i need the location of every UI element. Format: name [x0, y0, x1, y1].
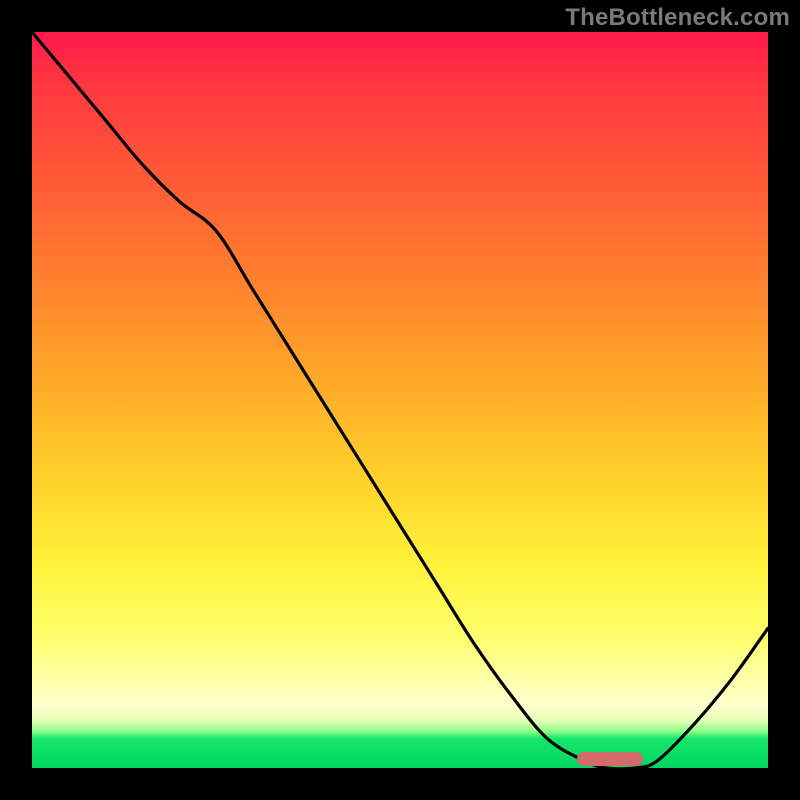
- optimal-range-marker: [577, 752, 643, 766]
- attribution-text: TheBottleneck.com: [565, 4, 790, 32]
- chart-container: TheBottleneck.com: [0, 0, 800, 800]
- plot-area: [32, 32, 768, 768]
- bottleneck-curve: [32, 32, 768, 768]
